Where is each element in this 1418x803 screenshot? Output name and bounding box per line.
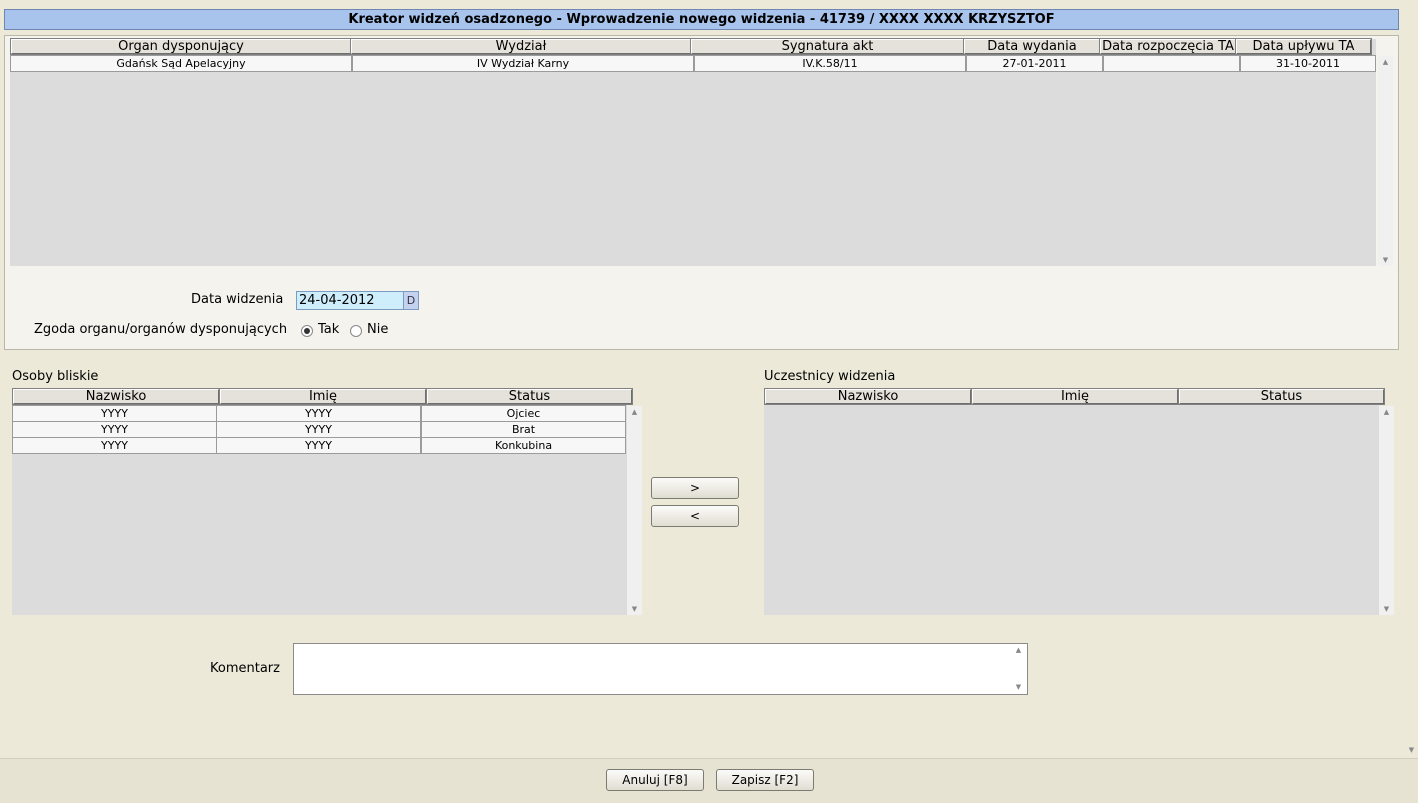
page-scrollbar[interactable]: ▼ [1404, 0, 1418, 758]
table-cell [1103, 55, 1240, 72]
participants-scrollbar[interactable]: ▲ ▼ [1379, 406, 1394, 615]
relatives-col-nazwisko[interactable]: Nazwisko [12, 388, 220, 405]
scroll-down-icon[interactable]: ▼ [1378, 254, 1393, 266]
scroll-up-icon[interactable]: ▲ [1378, 56, 1393, 68]
comment-scrollbar[interactable]: ▲ ▼ [1011, 644, 1026, 693]
orders-table [10, 39, 1376, 266]
comment-label: Komentarz [210, 661, 280, 676]
table-cell: Ojciec [421, 405, 626, 422]
comment-textarea[interactable] [293, 643, 1028, 695]
scroll-down-icon[interactable]: ▼ [1404, 744, 1418, 756]
date-input[interactable]: 24-04-2012 [296, 291, 406, 310]
orders-col-data-wydania[interactable]: Data wydania [963, 38, 1101, 55]
participants-label: Uczestnicy widzenia [764, 369, 896, 384]
table-cell: YYYY [12, 437, 217, 454]
cancel-button[interactable]: Anuluj [F8] [606, 769, 704, 791]
table-cell: YYYY [12, 421, 217, 438]
scroll-up-icon[interactable]: ▲ [1011, 644, 1026, 656]
table-cell: Konkubina [421, 437, 626, 454]
consent-label: Zgoda organu/organów dysponujących [34, 322, 288, 337]
relatives-label: Osoby bliskie [12, 369, 99, 384]
scroll-up-icon[interactable]: ▲ [627, 406, 642, 418]
table-cell: Brat [421, 421, 626, 438]
orders-col-data-rozpoczecia[interactable]: Data rozpoczęcia TA [1099, 38, 1237, 55]
orders-col-wydzial[interactable]: Wydział [350, 38, 692, 55]
table-row[interactable]: YYYY YYYY Ojciec [12, 405, 626, 422]
table-cell: IV.K.58/11 [694, 55, 966, 72]
relatives-col-status[interactable]: Status [426, 388, 633, 405]
table-cell: YYYY [216, 421, 421, 438]
table-cell: Gdańsk Sąd Apelacyjny [10, 55, 352, 72]
scroll-down-icon[interactable]: ▼ [1379, 603, 1394, 615]
footer-bar [0, 758, 1418, 803]
add-participant-button[interactable]: > [651, 477, 739, 499]
consent-yes-radio[interactable] [301, 325, 313, 337]
consent-yes-label[interactable]: Tak [318, 322, 339, 337]
relatives-table-header: Nazwisko Imię Status [12, 388, 633, 405]
date-label: Data widzenia [191, 292, 284, 307]
table-row[interactable]: YYYY YYYY Konkubina [12, 437, 626, 454]
scroll-down-icon[interactable]: ▼ [1011, 681, 1026, 693]
relatives-col-imie[interactable]: Imię [219, 388, 427, 405]
date-picker-button[interactable]: D [403, 291, 419, 310]
table-row[interactable]: Gdańsk Sąd Apelacyjny IV Wydział Karny I… [10, 55, 1376, 72]
orders-col-sygnatura[interactable]: Sygnatura akt [690, 38, 965, 55]
table-cell: 31-10-2011 [1240, 55, 1376, 72]
relatives-scrollbar[interactable]: ▲ ▼ [627, 406, 642, 615]
orders-table-header: Organ dysponujący Wydział Sygnatura akt … [10, 38, 1372, 55]
table-cell: IV Wydział Karny [352, 55, 694, 72]
scroll-down-icon[interactable]: ▼ [627, 603, 642, 615]
consent-no-label[interactable]: Nie [367, 322, 388, 337]
save-button[interactable]: Zapisz [F2] [716, 769, 814, 791]
remove-participant-button[interactable]: < [651, 505, 739, 527]
participants-col-status[interactable]: Status [1178, 388, 1385, 405]
radio-selected-icon [304, 328, 310, 334]
orders-scrollbar[interactable]: ▲ ▼ [1378, 56, 1393, 266]
participants-col-nazwisko[interactable]: Nazwisko [764, 388, 972, 405]
table-row[interactable]: YYYY YYYY Brat [12, 421, 626, 438]
window-title: Kreator widzeń osadzonego - Wprowadzenie… [4, 9, 1399, 30]
table-cell: YYYY [12, 405, 217, 422]
participants-col-imie[interactable]: Imię [971, 388, 1179, 405]
orders-col-data-uplywu[interactable]: Data upływu TA [1235, 38, 1372, 55]
table-cell: 27-01-2011 [966, 55, 1103, 72]
participants-table [764, 389, 1379, 615]
participants-table-header: Nazwisko Imię Status [764, 388, 1385, 405]
table-cell: YYYY [216, 405, 421, 422]
orders-col-organ[interactable]: Organ dysponujący [10, 38, 352, 55]
scroll-up-icon[interactable]: ▲ [1379, 406, 1394, 418]
consent-no-radio[interactable] [350, 325, 362, 337]
table-cell: YYYY [216, 437, 421, 454]
